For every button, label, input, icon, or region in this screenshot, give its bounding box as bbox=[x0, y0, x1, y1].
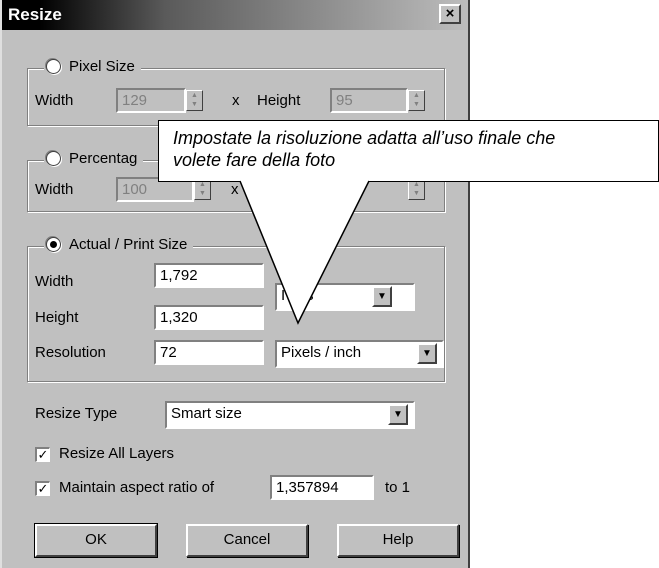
help-button[interactable]: Help bbox=[337, 524, 459, 557]
units-select[interactable]: I hes bbox=[275, 283, 415, 311]
actual-size-radio[interactable] bbox=[46, 237, 61, 252]
pixel-size-label: Pixel Size bbox=[69, 58, 135, 75]
pixel-size-legend[interactable]: Pixel Size bbox=[44, 58, 141, 75]
units-dropdown-button[interactable]: ▼ bbox=[372, 286, 392, 307]
percentage-legend[interactable]: Percentag bbox=[44, 150, 144, 167]
actual-width-field[interactable]: 1,792 bbox=[154, 263, 264, 288]
percent-x-separator: x bbox=[231, 181, 239, 198]
resolution-units-dropdown-button[interactable]: ▼ bbox=[417, 343, 437, 364]
units-select-value: I hes bbox=[281, 287, 314, 304]
percentage-radio[interactable] bbox=[46, 151, 61, 166]
resolution-label: Resolution bbox=[35, 344, 106, 361]
pixel-height-label: Height bbox=[257, 92, 301, 109]
chevron-down-icon: ▼ bbox=[422, 348, 432, 359]
ok-button[interactable]: OK bbox=[34, 523, 158, 558]
actual-size-legend[interactable]: Actual / Print Size bbox=[44, 236, 194, 253]
resolution-units-value: Pixels / inch bbox=[281, 344, 362, 361]
pixel-width-spinner[interactable]: ▲ ▼ bbox=[186, 90, 203, 111]
maintain-aspect-label: Maintain aspect ratio of bbox=[59, 479, 215, 496]
aspect-suffix-label: to 1 bbox=[385, 479, 411, 496]
callout-box: Impostate la risoluzione adatta all’uso … bbox=[158, 120, 659, 182]
percent-height-spinner[interactable]: ▲ ▼ bbox=[408, 179, 425, 200]
resize-dialog: Resize × Pixel Size Width 129 ▲ ▼ x Heigh… bbox=[0, 0, 470, 568]
resolution-field[interactable]: 72 bbox=[154, 340, 264, 365]
percent-width-spinner[interactable]: ▲ ▼ bbox=[194, 179, 211, 200]
percent-width-label: Width bbox=[35, 181, 74, 198]
checkmark-icon: ✓ bbox=[37, 481, 49, 496]
pixel-height-field[interactable]: 95 bbox=[330, 88, 408, 113]
resize-type-value: Smart size bbox=[171, 405, 242, 422]
resize-type-select[interactable]: Smart size bbox=[165, 401, 415, 429]
close-button[interactable]: × bbox=[439, 4, 461, 24]
callout-line-1: Impostate la risoluzione adatta all’uso … bbox=[173, 128, 556, 148]
pixel-height-spinner[interactable]: ▲ ▼ bbox=[408, 90, 425, 111]
resize-all-layers-label: Resize All Layers bbox=[59, 445, 175, 462]
actual-size-label: Actual / Print Size bbox=[69, 236, 188, 253]
maintain-aspect-checkbox[interactable]: ✓ bbox=[35, 481, 50, 496]
aspect-ratio-field[interactable]: 1,357894 bbox=[270, 475, 374, 500]
title-bar[interactable]: Resize × bbox=[2, 0, 468, 30]
resize-all-layers-checkbox[interactable]: ✓ bbox=[35, 447, 50, 462]
callout-line-2: volete fare della foto bbox=[173, 150, 336, 170]
actual-height-field[interactable]: 1,320 bbox=[154, 305, 264, 330]
pixel-x-separator: x bbox=[232, 92, 240, 109]
pixel-width-label: Width bbox=[35, 92, 74, 109]
resize-type-label: Resize Type bbox=[35, 405, 118, 422]
spin-arrows-icon: ▲ ▼ bbox=[413, 181, 420, 197]
pixel-width-field[interactable]: 129 bbox=[116, 88, 186, 113]
chevron-down-icon: ▼ bbox=[393, 409, 403, 420]
window-title: Resize bbox=[8, 5, 62, 24]
pixel-size-radio[interactable] bbox=[46, 59, 61, 74]
resize-type-dropdown-button[interactable]: ▼ bbox=[388, 404, 408, 425]
cancel-button[interactable]: Cancel bbox=[186, 524, 308, 557]
actual-height-label: Height bbox=[35, 309, 79, 326]
spin-arrows-icon: ▲ ▼ bbox=[191, 92, 198, 108]
checkmark-icon: ✓ bbox=[37, 447, 49, 462]
spin-arrows-icon: ▲ ▼ bbox=[199, 181, 206, 197]
percentage-label: Percentag bbox=[69, 150, 138, 167]
spin-arrows-icon: ▲ ▼ bbox=[413, 92, 420, 108]
actual-width-label: Width bbox=[35, 273, 74, 290]
chevron-down-icon: ▼ bbox=[377, 291, 387, 302]
close-icon: × bbox=[445, 5, 455, 22]
